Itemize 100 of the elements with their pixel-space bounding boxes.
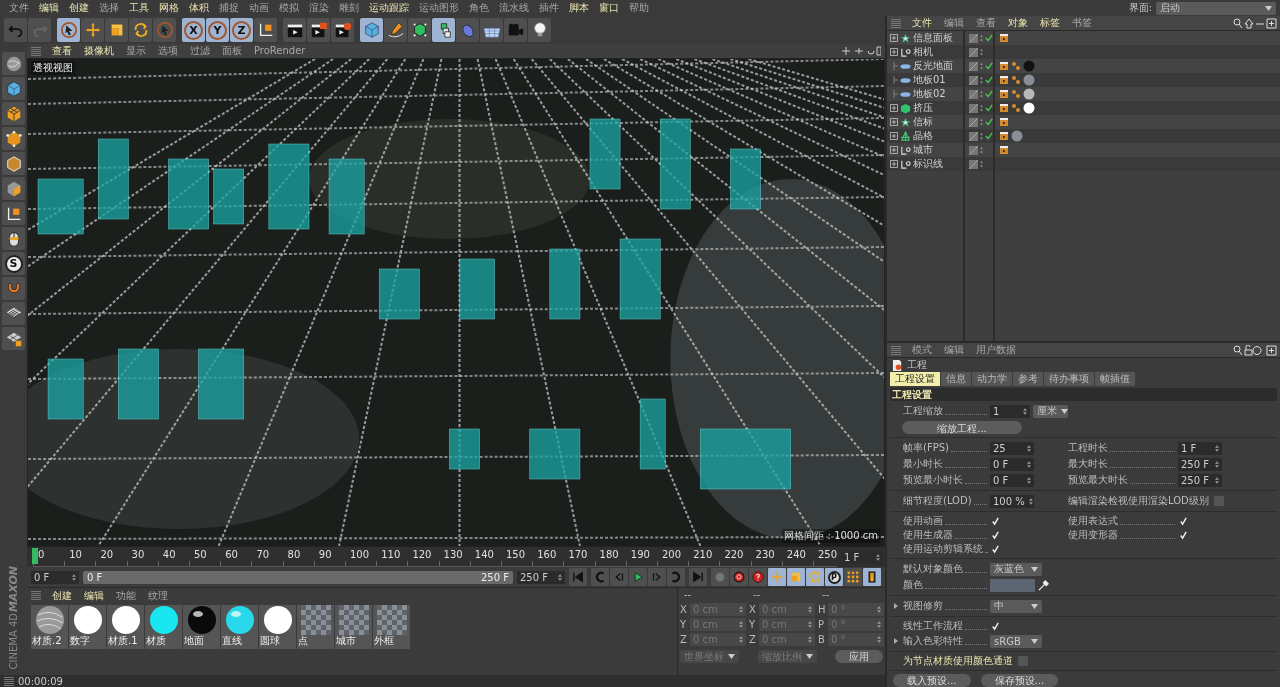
panel-controls-icon[interactable] bbox=[1233, 17, 1277, 29]
layer-icon[interactable] bbox=[969, 103, 978, 113]
object-name[interactable]: 城市 bbox=[913, 143, 933, 157]
expand-icon[interactable] bbox=[890, 104, 898, 112]
tool-button[interactable] bbox=[57, 18, 80, 42]
menu-item[interactable]: 运动跟踪 bbox=[364, 1, 414, 15]
dropdown[interactable]: 中 bbox=[990, 599, 1042, 613]
apply-button[interactable]: 应用 bbox=[835, 650, 883, 663]
object-name[interactable]: 挤压 bbox=[913, 101, 933, 115]
tool-button[interactable] bbox=[254, 18, 277, 42]
menu-item[interactable]: 标签 bbox=[1035, 16, 1065, 30]
menu-item[interactable]: 网格 bbox=[154, 1, 184, 15]
start-frame-field[interactable]: 0 F bbox=[31, 570, 79, 584]
check-icon[interactable] bbox=[985, 132, 993, 140]
menu-item[interactable]: 功能 bbox=[111, 588, 141, 603]
panel-controls-icon[interactable] bbox=[1233, 344, 1277, 356]
unit-dropdown[interactable]: 厘米 bbox=[1032, 404, 1068, 418]
check-icon[interactable] bbox=[985, 118, 993, 126]
menu-item[interactable]: 编辑 bbox=[939, 16, 969, 30]
layer-icon[interactable] bbox=[969, 117, 978, 127]
menu-item[interactable]: 查看 bbox=[971, 16, 1001, 30]
stepper-icon[interactable] bbox=[1022, 407, 1027, 415]
dropdown[interactable]: sRGB bbox=[990, 634, 1042, 648]
menu-item[interactable]: ProRender bbox=[249, 44, 311, 58]
stepper-icon[interactable] bbox=[877, 621, 881, 628]
menu-item[interactable]: 编辑 bbox=[939, 343, 969, 357]
menu-item[interactable]: 过滤 bbox=[185, 44, 215, 58]
tool-button[interactable] bbox=[2, 227, 25, 250]
key-button[interactable] bbox=[749, 568, 767, 586]
menu-item[interactable]: 编辑 bbox=[34, 1, 64, 15]
menu-item[interactable]: 书签 bbox=[1067, 16, 1097, 30]
color-swatch[interactable] bbox=[990, 578, 1035, 592]
object-name[interactable]: 地板02 bbox=[913, 87, 946, 101]
object-name[interactable]: 信标 bbox=[913, 115, 933, 129]
object-cell[interactable]: 信标 bbox=[887, 115, 963, 129]
visibility-dots-icon[interactable] bbox=[980, 131, 983, 141]
visibility-dots-icon[interactable] bbox=[980, 145, 983, 155]
material-item[interactable]: 地面 bbox=[183, 605, 220, 649]
layout-dropdown[interactable]: 启动 bbox=[1156, 1, 1276, 15]
preset-button[interactable]: 保存预设... bbox=[980, 674, 1059, 687]
transport-button[interactable] bbox=[629, 568, 647, 586]
object-cell[interactable]: 晶格 bbox=[887, 129, 963, 143]
transport-button[interactable] bbox=[667, 568, 685, 586]
checkbox[interactable] bbox=[990, 530, 1000, 540]
stepper-icon[interactable] bbox=[808, 621, 812, 628]
tool-button[interactable] bbox=[2, 127, 25, 150]
stepper-icon[interactable] bbox=[877, 636, 881, 643]
tab[interactable]: 动力学 bbox=[972, 372, 1012, 386]
object-name[interactable]: 标识线 bbox=[913, 157, 943, 171]
tool-button[interactable] bbox=[2, 202, 25, 225]
menu-item[interactable]: 面板 bbox=[217, 44, 247, 58]
check-icon[interactable] bbox=[985, 34, 993, 42]
object-cell[interactable]: 地板02 bbox=[887, 87, 963, 101]
visibility-dots-icon[interactable] bbox=[980, 103, 983, 113]
scale-project-button[interactable]: 缩放工程... bbox=[902, 420, 1022, 434]
visibility-dots-icon[interactable] bbox=[980, 117, 983, 127]
checkbox[interactable] bbox=[990, 544, 1000, 554]
menu-item[interactable]: 文件 bbox=[907, 16, 937, 30]
checkbox[interactable] bbox=[990, 516, 1000, 526]
view-navigation-icon[interactable] bbox=[841, 46, 881, 56]
stepper-icon[interactable] bbox=[1027, 444, 1031, 452]
menu-item[interactable]: 渲染 bbox=[304, 1, 334, 15]
layer-icon[interactable] bbox=[969, 61, 978, 71]
end-frame-field[interactable]: 250 F bbox=[517, 570, 565, 584]
tool-button[interactable] bbox=[283, 18, 306, 42]
tab[interactable]: 信息 bbox=[941, 372, 971, 386]
tool-button[interactable] bbox=[408, 18, 431, 42]
number-field[interactable]: 0 F bbox=[990, 457, 1034, 471]
tool-button[interactable] bbox=[331, 18, 354, 42]
menu-item[interactable]: 创建 bbox=[64, 1, 94, 15]
key-button[interactable] bbox=[730, 568, 748, 586]
current-frame-field[interactable]: 1 F bbox=[841, 550, 883, 564]
visibility-dots-icon[interactable] bbox=[980, 89, 983, 99]
expand-icon[interactable] bbox=[890, 48, 898, 56]
tool-button[interactable] bbox=[432, 18, 455, 42]
object-cell[interactable]: 城市 bbox=[887, 143, 963, 157]
object-cell[interactable]: 信息面板 bbox=[887, 31, 963, 45]
object-name[interactable]: 地板01 bbox=[913, 73, 946, 87]
menu-item[interactable]: 用户数据 bbox=[971, 343, 1021, 357]
param-key-button[interactable]: P bbox=[825, 568, 843, 586]
material-item[interactable]: 材质.2 bbox=[31, 605, 68, 649]
menu-item[interactable]: 角色 bbox=[464, 1, 494, 15]
stepper-icon[interactable] bbox=[558, 573, 562, 581]
expand-icon[interactable] bbox=[890, 146, 898, 154]
menu-item[interactable]: 脚本 bbox=[564, 1, 594, 15]
stepper-icon[interactable] bbox=[739, 606, 743, 613]
menu-item[interactable]: 插件 bbox=[534, 1, 564, 15]
stepper-icon[interactable] bbox=[1215, 444, 1219, 452]
object-cell[interactable]: 挤压 bbox=[887, 101, 963, 115]
stepper-icon[interactable] bbox=[739, 621, 743, 628]
tab[interactable]: 帧插值 bbox=[1095, 372, 1135, 386]
object-cell[interactable]: 地板01 bbox=[887, 73, 963, 87]
tool-button[interactable] bbox=[307, 18, 330, 42]
menu-item[interactable]: 摄像机 bbox=[79, 44, 119, 58]
object-cell[interactable]: 相机 bbox=[887, 45, 963, 59]
checkbox[interactable] bbox=[1178, 530, 1188, 540]
menu-item[interactable]: 创建 bbox=[47, 588, 77, 603]
material-item[interactable]: 材质 bbox=[145, 605, 182, 649]
menu-item[interactable]: 捕捉 bbox=[214, 1, 244, 15]
layer-icon[interactable] bbox=[969, 47, 978, 57]
